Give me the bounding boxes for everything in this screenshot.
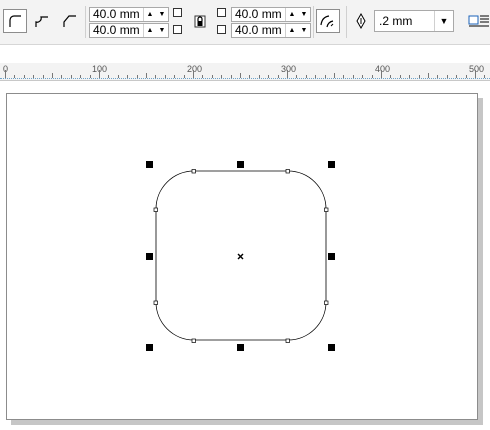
ruler-tick: [193, 70, 194, 78]
spin-down-icon[interactable]: ▼: [156, 8, 168, 21]
separator: [85, 6, 86, 38]
dropdown-arrow-icon[interactable]: ▼: [434, 11, 453, 31]
node-handle[interactable]: [153, 300, 158, 305]
node-handle[interactable]: [191, 338, 196, 343]
lock-corners-button[interactable]: [188, 9, 212, 33]
selection-handle-bottom[interactable]: [237, 344, 244, 351]
selected-shape-layer: [146, 161, 335, 351]
spin-up-icon[interactable]: ▲: [144, 8, 156, 21]
node-handle[interactable]: [285, 169, 290, 174]
corner-width-top-value: 40.0 mm: [93, 7, 140, 21]
spin-arrows[interactable]: ▲ ▼: [143, 8, 168, 21]
spin-up-icon[interactable]: ▲: [286, 24, 298, 37]
spin-arrows[interactable]: ▲ ▼: [143, 24, 168, 37]
selection-handle-top[interactable]: [237, 161, 244, 168]
horizontal-ruler[interactable]: 0 100 200 300 400 500: [0, 63, 490, 81]
ruler-label: 200: [187, 64, 203, 74]
lock-icon: [194, 15, 206, 28]
spin-up-icon[interactable]: ▲: [144, 24, 156, 37]
spin-down-icon[interactable]: ▼: [298, 24, 310, 37]
scalloped-corner-button[interactable]: [30, 9, 54, 33]
ruler-label: 400: [375, 64, 391, 74]
corner-width-bottom-input[interactable]: 40.0 mm ▲ ▼: [89, 23, 169, 38]
corner-radius-bottom-input[interactable]: 40.0 mm ▲ ▼: [231, 23, 311, 38]
node-handle[interactable]: [153, 207, 158, 212]
drawing-workspace[interactable]: [0, 81, 490, 430]
node-handle[interactable]: [191, 169, 196, 174]
chamfer-corner-button[interactable]: [58, 9, 82, 33]
outline-width-select[interactable]: .2 mm ▼: [374, 10, 454, 32]
pen-nib-icon: [356, 12, 366, 30]
corner-width-bottom-value: 40.0 mm: [93, 23, 140, 37]
separator: [313, 6, 314, 38]
corner-link-bottom-right-icon[interactable]: [217, 25, 226, 34]
scale-corners-icon: [320, 15, 334, 28]
ruler-tick: [5, 70, 6, 78]
selection-handle-top-right[interactable]: [328, 161, 335, 168]
spin-arrows[interactable]: ▲ ▼: [285, 8, 310, 21]
corner-link-top-left-icon[interactable]: [173, 8, 182, 17]
node-handle[interactable]: [285, 338, 290, 343]
spin-up-icon[interactable]: ▲: [286, 8, 298, 21]
corner-width-top-input[interactable]: 40.0 mm ▲ ▼: [89, 7, 169, 22]
selection-handle-right[interactable]: [328, 253, 335, 260]
corner-radius-bottom-value: 40.0 mm: [235, 23, 282, 37]
spin-down-icon[interactable]: ▼: [298, 8, 310, 21]
corner-link-bottom-left-icon[interactable]: [173, 25, 182, 34]
corner-radius-top-value: 40.0 mm: [235, 7, 282, 21]
selection-handle-left[interactable]: [146, 253, 153, 260]
scale-corners-button[interactable]: [316, 9, 340, 33]
wrap-text-icon: [468, 15, 489, 27]
scalloped-corner-icon: [35, 16, 48, 27]
property-bar: 40.0 mm ▲ ▼ 40.0 mm ▲ ▼ 40.0 mm ▲ ▼ 40.0 mm…: [0, 0, 490, 45]
node-handle[interactable]: [324, 207, 329, 212]
corner-radius-top-input[interactable]: 40.0 mm ▲ ▼: [231, 7, 311, 22]
spin-down-icon[interactable]: ▼: [156, 24, 168, 37]
separator: [346, 6, 347, 38]
outline-pen-button[interactable]: [349, 9, 373, 33]
chamfer-corner-icon: [63, 15, 76, 27]
wrap-text-button[interactable]: [466, 9, 490, 33]
round-corner-icon: [9, 15, 21, 27]
selection-handle-top-left[interactable]: [146, 161, 153, 168]
ruler-tick: [287, 70, 288, 78]
ruler-tick: [381, 70, 382, 78]
selection-handle-bottom-left[interactable]: [146, 344, 153, 351]
spin-arrows[interactable]: ▲ ▼: [285, 24, 310, 37]
outline-width-value: .2 mm: [379, 14, 413, 28]
ruler-guide-line: [0, 78, 490, 80]
ruler-tick: [475, 70, 476, 78]
selection-handle-bottom-right[interactable]: [328, 344, 335, 351]
ruler-label: 500: [469, 64, 485, 74]
ruler-label: 300: [281, 64, 297, 74]
round-corner-button[interactable]: [3, 9, 27, 33]
corner-link-top-right-icon[interactable]: [217, 8, 226, 17]
ruler-tick: [99, 70, 100, 78]
node-handle[interactable]: [324, 300, 329, 305]
